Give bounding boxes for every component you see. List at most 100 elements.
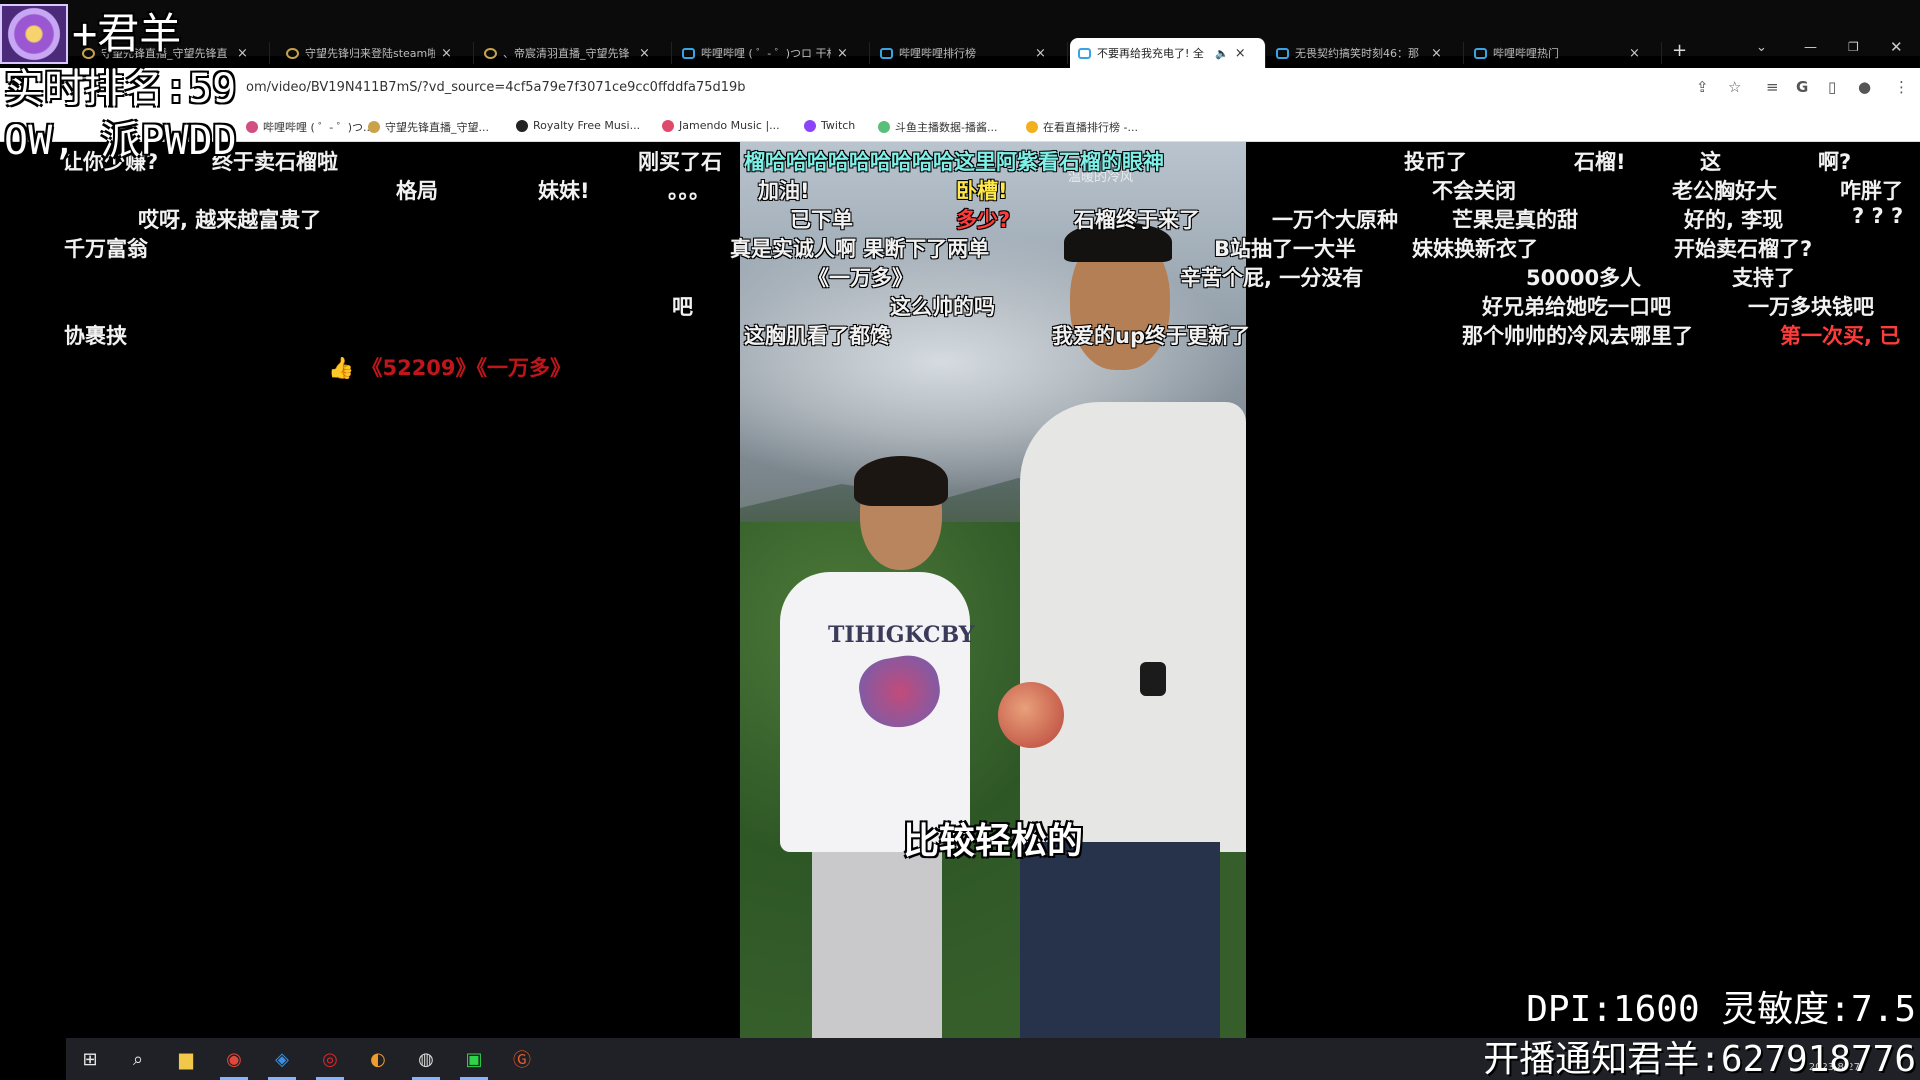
tab-close-icon[interactable]: × bbox=[1629, 46, 1640, 61]
danmaku-comment: 。。。 bbox=[668, 179, 710, 203]
windows-start-icon[interactable]: ⊞ bbox=[66, 1038, 114, 1080]
close-window-icon[interactable]: ✕ bbox=[1890, 38, 1903, 56]
danmaku-comment: 哎呀, 越来越富贵了 bbox=[138, 208, 322, 232]
bookmark-star-icon[interactable]: ☆ bbox=[1728, 78, 1741, 96]
danmaku-comment: 我爱的up终于更新了 bbox=[1052, 324, 1250, 348]
bookmark-item[interactable]: 哔哩哔哩 ( ゜- ゜)つ... bbox=[246, 119, 374, 135]
bookmark-item[interactable]: 在看直播排行榜 -... bbox=[1026, 119, 1138, 135]
tab-close-icon[interactable]: × bbox=[441, 46, 452, 61]
bilibili-icon bbox=[1276, 47, 1289, 59]
danmaku-comment: 老公胸好大 bbox=[1672, 179, 1777, 203]
app-icon[interactable]: ◈ bbox=[258, 1038, 306, 1080]
danmaku-comment: 刚买了石 bbox=[638, 150, 722, 174]
overlay-name: +君羊 bbox=[72, 9, 182, 58]
bookmark-label: Jamendo Music |... bbox=[679, 119, 780, 132]
video-subtitle: 比较轻松的 bbox=[902, 821, 1083, 862]
iqiyi-icon[interactable]: ▣ bbox=[450, 1038, 498, 1080]
danmaku-comment: 格局 bbox=[396, 179, 438, 203]
chrome-icon[interactable]: ◉ bbox=[210, 1038, 258, 1080]
bookmarks-bar: 哔哩哔哩 ( ゜- ゜)つ... 守望先锋直播_守望... Royalty Fr… bbox=[0, 112, 1920, 142]
profile-icon[interactable]: ● bbox=[1858, 78, 1871, 96]
tab-title: 哔哩哔哩 ( ゜- ゜)つロ 干杯 bbox=[701, 47, 831, 60]
danmaku-comment: 妹妹换新衣了 bbox=[1412, 237, 1538, 261]
browser-tab[interactable]: 、帝宸清羽直播_守望先锋 × bbox=[476, 42, 672, 64]
overlay-rank: 实时排名:59 bbox=[4, 66, 237, 112]
grammarly-icon[interactable]: G bbox=[1796, 78, 1808, 96]
bookmark-item[interactable]: Twitch bbox=[804, 119, 855, 132]
browser-tab[interactable]: 守望先锋归来登陆steam啦 × bbox=[278, 42, 474, 64]
bilibili-icon bbox=[880, 47, 893, 59]
danmaku-comment: 一万多块钱吧 bbox=[1748, 295, 1874, 319]
obs-icon[interactable]: ◍ bbox=[402, 1038, 450, 1080]
bookmark-label: 斗鱼主播数据-播酱... bbox=[895, 121, 998, 134]
bookmark-label: Twitch bbox=[821, 119, 856, 132]
address-bar-row: om/video/BV19N411B7mS/?vd_source=4cf5a79… bbox=[0, 68, 1920, 112]
tab-title: 哔哩哔哩排行榜 bbox=[899, 47, 976, 60]
overwatch-icon[interactable]: ◐ bbox=[354, 1038, 402, 1080]
girl-pants bbox=[812, 848, 942, 1038]
browser-tab[interactable]: 哔哩哔哩热门 × bbox=[1466, 42, 1662, 64]
media-control-icon[interactable]: ≡ bbox=[1766, 78, 1779, 96]
address-bar-url[interactable]: om/video/BV19N411B7mS/?vd_source=4cf5a79… bbox=[246, 80, 746, 95]
danmaku-comment: 啊? bbox=[1818, 150, 1852, 174]
browser-tab[interactable]: 无畏契约搞笑时刻46：那 × bbox=[1268, 42, 1464, 64]
tab-close-icon[interactable]: × bbox=[1035, 46, 1046, 61]
thumbs-up-icon: 👍 bbox=[328, 356, 355, 380]
danmaku-comment: 多少? bbox=[956, 208, 1011, 232]
tab-title: 哔哩哔哩热门 bbox=[1493, 47, 1559, 60]
bookmark-item[interactable]: Jamendo Music |... bbox=[662, 119, 780, 132]
danmaku-comment: 辛苦个屁, 一分没有 bbox=[1180, 266, 1364, 290]
minimize-icon[interactable]: — bbox=[1804, 40, 1817, 55]
danmaku-comment: 好的, 李现 bbox=[1684, 208, 1784, 232]
overlay-notify-id: 开播通知君羊:627918776 bbox=[1483, 1039, 1916, 1080]
danmaku-comment: 好兄弟给她吃一口吧 bbox=[1482, 295, 1671, 319]
bookmark-item[interactable]: Royalty Free Musi... bbox=[516, 119, 640, 132]
danmaku-comment-liked: 👍 《52209》《一万多》 bbox=[328, 352, 571, 382]
tab-title: 守望先锋归来登陆steam啦 bbox=[305, 47, 435, 60]
danmaku-comment: 已下单 bbox=[790, 208, 853, 232]
man-shorts bbox=[1020, 842, 1220, 1038]
tab-close-icon[interactable]: × bbox=[639, 46, 650, 61]
tab-close-icon[interactable]: × bbox=[1431, 46, 1442, 61]
share-icon[interactable]: ⇪ bbox=[1696, 78, 1709, 96]
speaker-icon[interactable]: 🔈 bbox=[1215, 47, 1229, 60]
smartwatch bbox=[1140, 662, 1166, 696]
tab-close-icon[interactable]: × bbox=[837, 46, 848, 61]
tab-title: 无畏契约搞笑时刻46：那 bbox=[1295, 47, 1419, 60]
browser-tab-active[interactable]: 不要再给我充电了! 全 🔈 × bbox=[1070, 38, 1266, 68]
browser-tab[interactable]: 哔哩哔哩排行榜 × bbox=[872, 42, 1068, 64]
danmaku-comment: 开始卖石榴了? bbox=[1674, 237, 1813, 261]
restore-icon[interactable]: ❐ bbox=[1848, 40, 1859, 54]
bilibili-icon bbox=[682, 47, 695, 59]
bookmark-item[interactable]: 守望先锋直播_守望... bbox=[368, 119, 489, 135]
bookmark-label: Royalty Free Musi... bbox=[533, 119, 641, 132]
pomegranate bbox=[998, 682, 1064, 748]
g-app-icon[interactable]: Ⓖ bbox=[498, 1038, 546, 1080]
girl-hair bbox=[854, 456, 948, 506]
danmaku-comment: 妹妹! bbox=[538, 179, 590, 203]
danmaku-comment: 加油! bbox=[758, 179, 810, 203]
danmaku-comment: 咋胖了 bbox=[1840, 179, 1903, 203]
danmaku-comment: 千万富翁 bbox=[64, 237, 148, 261]
tab-close-icon[interactable]: × bbox=[1235, 46, 1246, 61]
side-panel-icon[interactable]: ▯ bbox=[1828, 78, 1836, 96]
overwatch-icon bbox=[484, 47, 497, 59]
bookmark-item[interactable]: 斗鱼主播数据-播酱... bbox=[878, 119, 997, 135]
danmaku-comment: 这胸肌看了都馋 bbox=[744, 324, 891, 348]
tab-title: 、帝宸清羽直播_守望先锋 bbox=[503, 47, 630, 60]
danmaku-comment: 榴哈哈哈哈哈哈哈哈哈这里阿紫看石榴的眼神 bbox=[744, 150, 1164, 174]
file-explorer-icon[interactable]: ▆ bbox=[162, 1038, 210, 1080]
bookmark-label: 哔哩哔哩 ( ゜- ゜)つ... bbox=[263, 121, 374, 134]
search-icon[interactable]: ⌕ bbox=[114, 1038, 162, 1080]
new-tab-button[interactable]: + bbox=[1672, 40, 1687, 61]
stream-overlay-top-left: +君羊 实时排名:59 OW, 派PWDD bbox=[0, 0, 260, 164]
tab-search-chevron-icon[interactable]: ⌄ bbox=[1756, 40, 1767, 55]
overwatch-icon bbox=[286, 47, 299, 59]
menu-kebab-icon[interactable]: ⋮ bbox=[1894, 78, 1909, 96]
danmaku-comment: 投币了 bbox=[1404, 150, 1467, 174]
tab-title: 不要再给我充电了! 全 bbox=[1097, 47, 1204, 60]
man-shirt bbox=[1020, 402, 1246, 852]
danmaku-comment: 真是实诚人啊 果断下了两单 bbox=[730, 237, 990, 261]
browser-tab[interactable]: 哔哩哔哩 ( ゜- ゜)つロ 干杯 × bbox=[674, 42, 870, 64]
netease-music-icon[interactable]: ◎ bbox=[306, 1038, 354, 1080]
